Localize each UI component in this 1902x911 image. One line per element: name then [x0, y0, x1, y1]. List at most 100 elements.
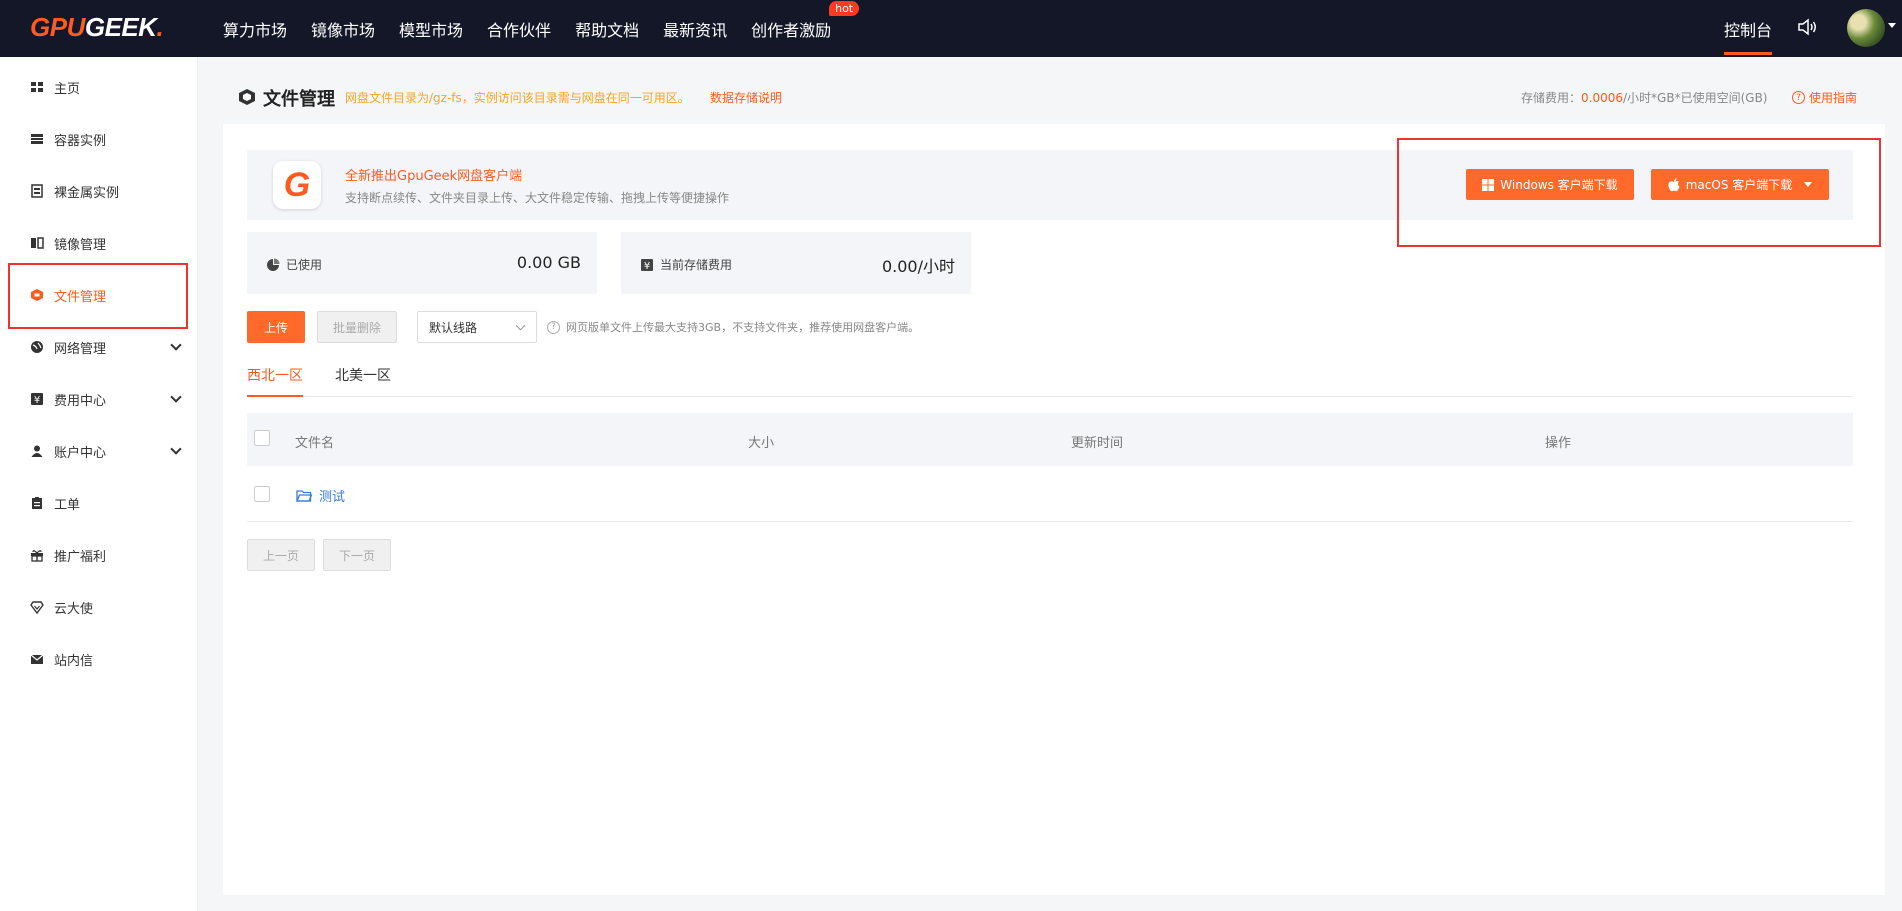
question-icon: ?	[547, 320, 560, 334]
folder-name: 测试	[319, 490, 346, 505]
sidebar-item-label: 容器实例	[54, 133, 107, 149]
chevron-down-icon	[515, 320, 526, 331]
upload-button[interactable]: 上传	[247, 311, 305, 343]
logo-text-gpu: GPU	[30, 12, 85, 42]
cube-icon	[239, 89, 255, 105]
nav-model-market[interactable]: 模型市场	[399, 17, 463, 41]
prev-page-button[interactable]: 上一页	[247, 539, 315, 571]
macos-download-label: macOS 客户端下载	[1685, 178, 1793, 192]
windows-icon	[1482, 178, 1495, 191]
globe-icon	[31, 341, 43, 353]
nav-creator-incentive[interactable]: 创作者激励 hot	[751, 0, 860, 41]
storage-cost-info: 存储费用：0.0006/小时*GB*已使用空间(GB)	[1521, 89, 1768, 106]
tab-north-america-1[interactable]: 北美一区	[335, 365, 391, 397]
nav-news[interactable]: 最新资讯	[663, 17, 727, 41]
console-link[interactable]: 控制台	[1724, 0, 1773, 57]
sidebar-item-ambassador[interactable]: 云大使	[0, 581, 198, 633]
image-icon	[31, 237, 44, 249]
banner-title: 全新推出GpuGeek网盘客户端	[345, 169, 523, 184]
caret-down-icon[interactable]	[1804, 182, 1813, 187]
batch-delete-button[interactable]: 批量删除	[317, 311, 397, 343]
nav-image-market[interactable]: 镜像市场	[311, 17, 375, 41]
page-title: 文件管理	[263, 89, 335, 110]
storage-fee-value: 0.00/小时	[881, 257, 955, 276]
sidebar-item-bare-metal[interactable]: 裸金属实例	[0, 165, 198, 217]
svg-text:¥: ¥	[644, 261, 650, 272]
main-nav: 算力市场 镜像市场 模型市场 合作伙伴 帮助文档 最新资讯 创作者激励 hot	[223, 0, 860, 57]
column-header-name: 文件名	[295, 436, 335, 451]
windows-download-button[interactable]: Windows 客户端下载	[1466, 169, 1634, 200]
user-guide-link[interactable]: ? 使用指南	[1792, 89, 1857, 106]
banner-subtitle: 支持断点续传、文件夹目录上传、大文件稳定传输、拖拽上传等便捷操作	[345, 191, 730, 205]
sidebar-item-label: 费用中心	[54, 393, 107, 409]
grid-icon	[31, 82, 43, 92]
storage-doc-link[interactable]: 数据存储说明	[710, 89, 782, 106]
nav-compute-market[interactable]: 算力市场	[223, 17, 287, 41]
sidebar-item-label: 工单	[54, 497, 81, 513]
used-storage-label-wrap: 已使用	[266, 256, 322, 273]
file-icon	[31, 289, 43, 301]
storage-fee-label-wrap: ¥ 当前存储费用	[640, 256, 732, 273]
sidebar-item-label: 云大使	[54, 601, 94, 617]
upload-hint: ? 网页版单文件上传最大支持3GB，不支持文件夹，推荐使用网盘客户端。	[547, 319, 919, 335]
folder-link[interactable]: 测试	[296, 486, 345, 505]
cost-prefix: 存储费用：	[1521, 91, 1582, 105]
sidebar-item-file-management[interactable]: 文件管理	[0, 269, 198, 321]
sidebar-item-label: 网络管理	[54, 341, 107, 357]
yen-icon: ¥	[31, 393, 43, 406]
apple-icon	[1668, 177, 1680, 191]
page-subtitle: 网盘文件目录为/gz-fs，实例访问该目录需与网盘在同一可用区。	[345, 91, 690, 105]
yen-icon: ¥	[641, 258, 653, 272]
chevron-down-icon[interactable]	[170, 339, 182, 351]
avatar[interactable]	[1847, 9, 1885, 47]
select-all-checkbox[interactable]	[254, 430, 270, 446]
route-select-value: 默认线路	[429, 320, 478, 335]
route-select[interactable]: 默认线路	[417, 311, 537, 343]
used-storage-label: 已使用	[286, 258, 323, 272]
macos-download-button[interactable]: macOS 客户端下载	[1651, 169, 1829, 200]
sidebar-item-messages[interactable]: 站内信	[0, 633, 198, 685]
sidebar-item-home[interactable]: 主页	[0, 61, 198, 113]
gpugeek-logo[interactable]: GPUGEEK.	[30, 12, 164, 43]
sidebar-item-account[interactable]: 账户中心	[0, 425, 198, 477]
storage-fee-label: 当前存储费用	[660, 258, 733, 272]
nav-creator-incentive-label: 创作者激励	[751, 20, 832, 40]
machine-icon	[31, 184, 43, 198]
next-page-button[interactable]: 下一页	[323, 539, 391, 571]
row-checkbox[interactable]	[254, 486, 270, 502]
sidebar-item-promotion[interactable]: 推广福利	[0, 529, 198, 581]
storage-fee-card: ¥ 当前存储费用 0.00/小时	[621, 232, 971, 294]
table-header: 文件名 大小 更新时间 操作	[247, 413, 1853, 466]
pie-chart-icon	[267, 258, 280, 271]
chevron-down-icon[interactable]	[170, 443, 182, 455]
used-storage-card: 已使用 0.00 GB	[247, 232, 597, 294]
nav-help-docs[interactable]: 帮助文档	[575, 17, 639, 41]
windows-download-label: Windows 客户端下载	[1500, 178, 1618, 192]
table-row	[247, 468, 1853, 522]
avatar-caret-icon[interactable]	[1888, 23, 1896, 28]
column-header-updated: 更新时间	[1071, 436, 1124, 451]
sidebar-item-network[interactable]: 网络管理	[0, 321, 198, 373]
sidebar-item-label: 推广福利	[54, 549, 107, 565]
cost-suffix: /小时*GB*已使用空间(GB)	[1623, 91, 1768, 105]
svg-text:¥: ¥	[34, 395, 40, 406]
user-icon	[31, 445, 43, 457]
clipboard-icon	[32, 497, 42, 509]
sidebar-item-label: 裸金属实例	[54, 185, 120, 201]
column-header-actions: 操作	[1545, 436, 1572, 451]
sidebar-item-label: 站内信	[54, 653, 94, 669]
cost-value: 0.0006	[1581, 91, 1624, 105]
sidebar-item-tickets[interactable]: 工单	[0, 477, 198, 529]
sidebar-item-images[interactable]: 镜像管理	[0, 217, 198, 269]
chevron-down-icon[interactable]	[170, 391, 182, 403]
diamond-icon	[30, 601, 44, 614]
region-tabs: 西北一区 北美一区	[247, 363, 1853, 397]
logo-text-geek: GEEK	[84, 12, 157, 42]
speaker-icon[interactable]	[1796, 16, 1818, 38]
upload-hint-text: 网页版单文件上传最大支持3GB，不支持文件夹，推荐使用网盘客户端。	[566, 321, 920, 334]
nav-partners[interactable]: 合作伙伴	[487, 17, 551, 41]
tab-northwest-1[interactable]: 西北一区	[247, 365, 303, 397]
sidebar-item-containers[interactable]: 容器实例	[0, 113, 198, 165]
sidebar-item-billing[interactable]: ¥ 费用中心	[0, 373, 198, 425]
folder-icon	[296, 490, 312, 502]
